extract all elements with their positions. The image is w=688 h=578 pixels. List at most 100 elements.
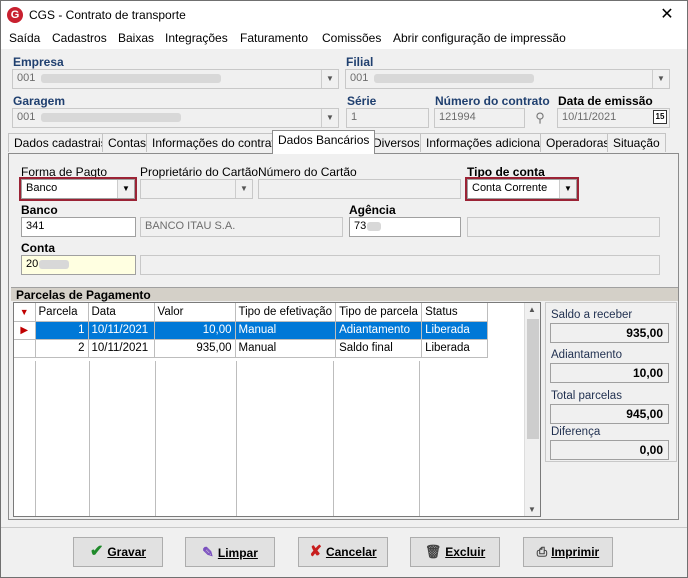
imprimir-button[interactable]: ⎙ Imprimir (523, 537, 613, 567)
tab-diversos[interactable]: Diversos (367, 133, 426, 152)
scroll-down-icon[interactable]: ▼ (528, 505, 536, 514)
scrollbar-thumb[interactable] (527, 319, 539, 439)
total-parcelas-label: Total parcelas (551, 390, 622, 402)
tab-contas[interactable]: Contas (102, 133, 153, 152)
limpar-button[interactable]: ✎ Limpar (185, 537, 275, 567)
col-tipo-parcela[interactable]: Tipo de parcela (335, 303, 423, 322)
conta-field[interactable]: 20 (21, 255, 136, 275)
chevron-down-icon[interactable]: ▼ (559, 180, 576, 198)
main-window: G CGS - Contrato de transporte ✕ Saída C… (0, 0, 688, 578)
limpar-label: Limpar (217, 546, 258, 560)
parcelas-grid[interactable]: ▼ Parcela Data Valor Tipo de efetivação … (13, 302, 541, 517)
cancelar-label: Cancelar (325, 545, 377, 559)
cancelar-button[interactable]: ✘ Cancelar (298, 537, 388, 567)
filial-combo[interactable]: 001 ▼ (345, 69, 670, 89)
banco-code-field[interactable]: 341 (21, 217, 136, 237)
menu-saida[interactable]: Saída (9, 31, 40, 45)
filial-value: 001 (350, 72, 369, 84)
cell-data: 10/11/2021 (88, 339, 155, 358)
tab-dados-bancarios[interactable]: Dados Bancários (272, 130, 376, 154)
window-title: CGS - Contrato de transporte (29, 8, 186, 22)
chevron-down-icon[interactable]: ▼ (117, 180, 134, 198)
serie-label: Série (347, 94, 377, 108)
col-valor[interactable]: Valor (154, 303, 236, 322)
tipo-conta-value: Conta Corrente (472, 182, 548, 194)
row-indicator-icon: ▶ (14, 321, 36, 340)
cell-status: Liberada (421, 339, 489, 358)
col-parcela[interactable]: Parcela (35, 303, 89, 322)
data-emissao-field[interactable]: 10/11/2021 15 (557, 108, 670, 128)
sort-indicator-icon[interactable]: ▼ (14, 303, 36, 322)
col-status[interactable]: Status (421, 303, 489, 322)
calendar-icon[interactable]: 15 (653, 110, 667, 124)
numero-cartao-label: Número do Cartão (258, 165, 357, 179)
table-row[interactable]: ▶ 1 10/11/2021 10,00 Manual Adiantamento… (14, 321, 489, 340)
col-tipo-efetivacao[interactable]: Tipo de efetivação (235, 303, 337, 322)
agencia-label: Agência (349, 203, 396, 217)
gravar-button[interactable]: ✔ Gravar (73, 537, 163, 567)
empresa-combo[interactable]: 001 ▼ (12, 69, 339, 89)
agencia-value: 73 (354, 220, 367, 232)
chevron-down-icon[interactable]: ▼ (321, 70, 338, 88)
menu-cadastros[interactable]: Cadastros (52, 31, 107, 45)
numero-cartao-field[interactable] (258, 179, 461, 199)
tab-operadoras[interactable]: Operadoras (540, 133, 616, 152)
filial-label: Filial (346, 55, 374, 69)
proprietario-cartao-label: Proprietário do Cartão (140, 165, 259, 179)
scroll-up-icon[interactable]: ▲ (528, 305, 536, 314)
banco-label: Banco (21, 203, 58, 217)
tab-informacoes-contrato[interactable]: Informações do contrato (146, 133, 288, 152)
diferenca-value: 0,00 (550, 440, 669, 460)
data-emissao-value: 10/11/2021 (562, 111, 617, 123)
menu-baixas[interactable]: Baixas (118, 31, 154, 45)
printer-icon: ⎙ (536, 544, 548, 559)
grid-vertical-scrollbar[interactable]: ▲ ▼ (524, 303, 540, 516)
tab-informacoes-adicionais[interactable]: Informações adicionais (420, 133, 555, 152)
cell-efetivacao: Manual (235, 339, 337, 358)
close-button[interactable]: ✕ (653, 3, 681, 27)
menu-bar: Saída Cadastros Baixas Integrações Fatur… (1, 29, 687, 49)
chevron-down-icon[interactable]: ▼ (235, 180, 252, 198)
menu-comissoes[interactable]: Comissões (322, 31, 381, 45)
col-data[interactable]: Data (88, 303, 155, 322)
empresa-label: Empresa (13, 55, 64, 69)
garagem-combo[interactable]: 001 ▼ (12, 108, 339, 128)
serie-field[interactable]: 1 (346, 108, 429, 128)
data-emissao-label: Data de emissão (558, 94, 653, 108)
forma-pagto-combo[interactable]: Banco ▼ (19, 177, 137, 201)
adiantamento-value: 10,00 (550, 363, 669, 383)
conta-value: 20 (26, 258, 39, 270)
garagem-value: 001 (17, 111, 36, 123)
imprimir-label: Imprimir (551, 545, 600, 559)
trash-icon: 🗑 (424, 544, 442, 559)
empresa-value: 001 (17, 72, 36, 84)
menu-abrir-configuracao[interactable]: Abrir configuração de impressão (393, 31, 566, 45)
tab-dados-cadastrais[interactable]: Dados cadastrais (8, 133, 113, 152)
chevron-down-icon[interactable]: ▼ (652, 70, 669, 88)
excluir-button[interactable]: 🗑 Excluir (410, 537, 500, 567)
proprietario-cartao-combo[interactable]: ▼ (140, 179, 253, 199)
parcelas-section-title: Parcelas de Pagamento (11, 287, 678, 302)
tipo-conta-combo[interactable]: Conta Corrente ▼ (465, 177, 579, 201)
menu-faturamento[interactable]: Faturamento (240, 31, 308, 45)
gravar-label: Gravar (107, 545, 147, 559)
eraser-icon: ✎ (202, 544, 214, 560)
app-logo-icon: G (7, 7, 23, 23)
agencia-field[interactable]: 73 (349, 217, 461, 237)
tipo-conta-label: Tipo de conta (467, 165, 545, 179)
menu-integracoes[interactable]: Integrações (165, 31, 228, 45)
binoculars-search-icon[interactable]: ⚲ (530, 110, 550, 127)
row-indicator (14, 339, 36, 358)
garagem-label: Garagem (13, 94, 66, 108)
grid-header-row: ▼ Parcela Data Valor Tipo de efetivação … (14, 303, 489, 322)
tab-situacao[interactable]: Situação (607, 133, 666, 152)
cell-parcela: 2 (35, 339, 89, 358)
chevron-down-icon[interactable]: ▼ (321, 109, 338, 127)
table-row[interactable]: 2 10/11/2021 935,00 Manual Saldo final L… (14, 339, 489, 358)
diferenca-label: Diferença (551, 426, 601, 438)
x-icon: ✘ (309, 543, 322, 560)
cell-tipo-parcela: Saldo final (335, 339, 423, 358)
conta-desc-field (140, 255, 660, 275)
numero-contrato-field[interactable]: 121994 (434, 108, 525, 128)
banco-name-field: BANCO ITAU S.A. (140, 217, 343, 237)
